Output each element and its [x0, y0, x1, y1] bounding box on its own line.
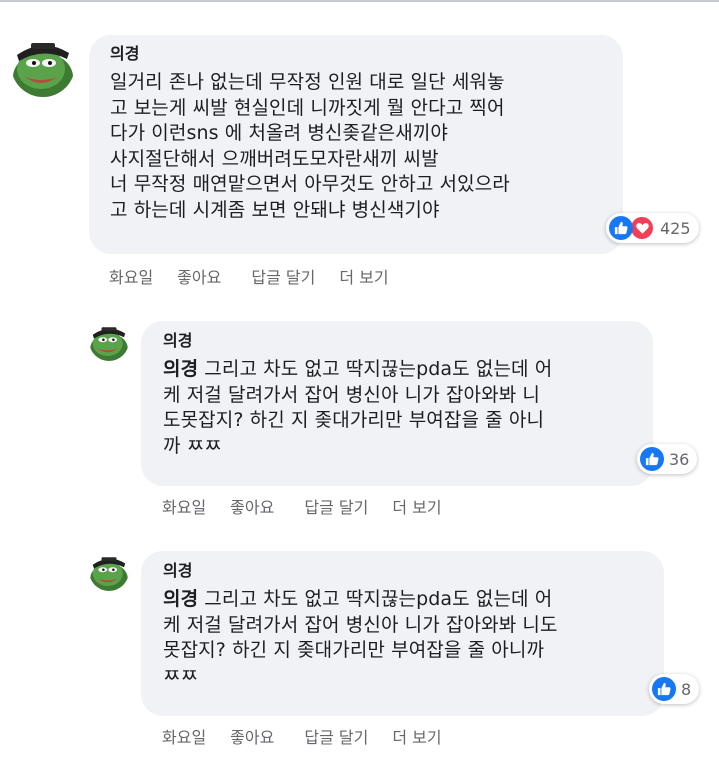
reaction-count: 36 [669, 449, 690, 469]
avatar[interactable] [89, 551, 129, 591]
timestamp[interactable]: 화요일 [162, 724, 206, 748]
more-action[interactable]: 더 보기 [392, 724, 441, 748]
comment-line: 의경 그리고 차도 없고 딱지끊는pda도 없는데 어 [163, 358, 553, 380]
like-action[interactable]: 좋아요 [230, 724, 274, 748]
like-icon [652, 677, 676, 701]
comment-line: 못잡지? 하긴 지 좆대가리만 부여잡을 줄 아니까 [163, 639, 545, 661]
reply-action[interactable]: 답글 달기 [304, 494, 368, 518]
comment-line: 고 하는데 시계좀 보면 안돼냐 병신색기야 [110, 198, 440, 221]
comment-line: 도못잡지? 하긴 지 좆대가리만 부여잡을 줄 아니 [163, 409, 545, 431]
avatar[interactable] [89, 321, 129, 361]
comment-text: 의경 그리고 차도 없고 딱지끊는pda도 없는데 어 케 저걸 달려가서 잡어… [163, 357, 653, 459]
like-icon [609, 216, 633, 240]
comment-line: 일거리 존나 없는데 무작정 인원 대로 일단 세워놓 [110, 71, 505, 93]
comment-line: 까 ㅉㅉ [163, 434, 222, 457]
reply-action[interactable]: 답글 달기 [304, 724, 368, 748]
like-action[interactable]: 좋아요 [230, 494, 274, 518]
comment-line: 너 무작정 매연맡으면서 아무것도 안하고 서있으라 [110, 173, 510, 195]
reaction-summary[interactable]: 425 [606, 213, 699, 243]
more-action[interactable]: 더 보기 [392, 494, 441, 518]
comment-actions: 화요일 좋아요 답글 달기 더 보기 [162, 724, 466, 748]
comment-line: 사지절단해서 으깨버려도모자란새끼 씨발 [110, 147, 439, 170]
comment-line: 다가 이런sns 에 처올려 병신좆같은새끼야 [110, 122, 448, 144]
timestamp[interactable]: 화요일 [162, 494, 206, 518]
pepe-frog-avatar-icon [89, 551, 129, 591]
comment-author[interactable]: 의경 [163, 561, 664, 581]
avatar[interactable] [11, 33, 75, 97]
comment-bubble: 의경 의경 그리고 차도 없고 딱지끊는pda도 없는데 어 케 저걸 달려가서… [141, 551, 664, 716]
more-action[interactable]: 더 보기 [339, 264, 388, 288]
reaction-count: 425 [660, 218, 691, 238]
reply-action[interactable]: 답글 달기 [251, 264, 315, 288]
mention-link[interactable]: 의경 [163, 358, 198, 380]
comment-line: 케 저걸 달려가서 잡어 병신아 니가 잡아와봐 니 [163, 383, 540, 406]
comment-bubble: 의경 의경 그리고 차도 없고 딱지끊는pda도 없는데 어 케 저걸 달려가서… [141, 321, 653, 486]
reaction-count: 8 [681, 679, 692, 699]
top-divider [0, 0, 719, 2]
comment-line: 의경 그리고 차도 없고 딱지끊는pda도 없는데 어 [163, 588, 553, 610]
timestamp[interactable]: 화요일 [109, 264, 153, 288]
pepe-frog-avatar-icon [11, 33, 75, 97]
comment-author[interactable]: 의경 [110, 44, 623, 64]
comment-bubble: 의경 일거리 존나 없는데 무작정 인원 대로 일단 세워놓 고 보는게 씨발 … [89, 35, 623, 254]
comment-text: 일거리 존나 없는데 무작정 인원 대로 일단 세워놓 고 보는게 씨발 현실인… [110, 70, 623, 223]
comment-actions: 화요일 좋아요 답글 달기 더 보기 [109, 264, 413, 288]
reaction-summary[interactable]: 8 [649, 674, 700, 704]
like-action[interactable]: 좋아요 [177, 264, 221, 288]
reaction-summary[interactable]: 36 [637, 444, 698, 474]
comment-line: 케 저걸 달려가서 잡어 병신아 니가 잡아와봐 니도 [163, 613, 558, 636]
comment-text: 의경 그리고 차도 없고 딱지끊는pda도 없는데 어 케 저걸 달려가서 잡어… [163, 587, 664, 689]
comment-line: 고 보는게 씨발 현실인데 니까짓게 뭘 안다고 찍어 [110, 96, 505, 119]
pepe-frog-avatar-icon [89, 321, 129, 361]
comment-actions: 화요일 좋아요 답글 달기 더 보기 [162, 494, 466, 518]
mention-link[interactable]: 의경 [163, 588, 198, 610]
comment-author[interactable]: 의경 [163, 331, 653, 351]
like-icon [640, 447, 664, 471]
comment-line: ㅉㅉ [163, 664, 199, 687]
